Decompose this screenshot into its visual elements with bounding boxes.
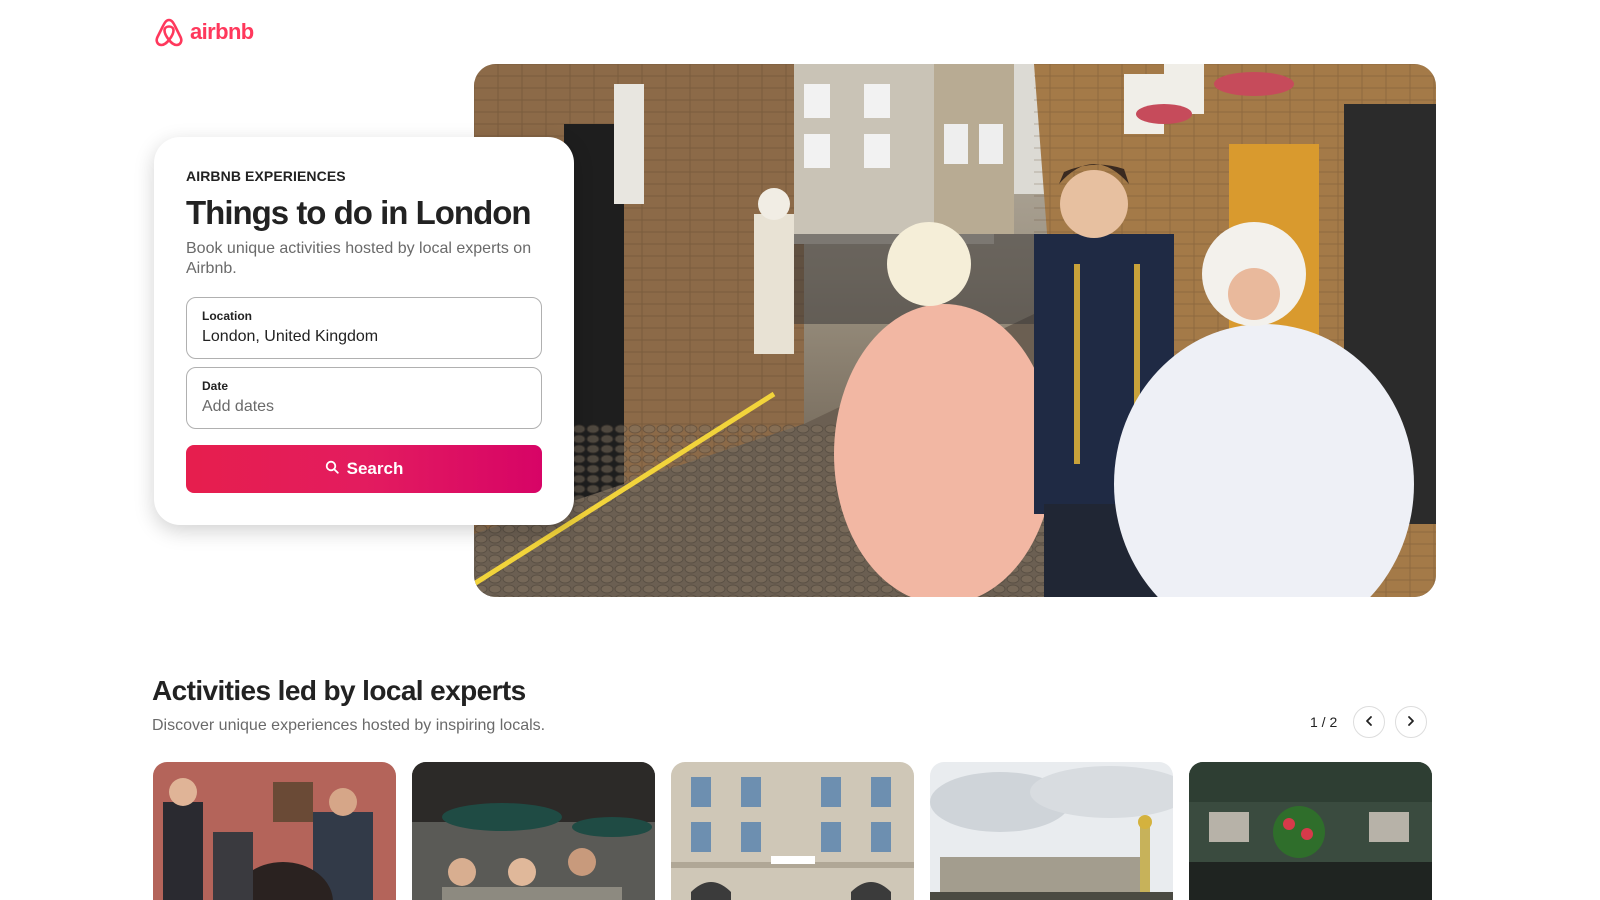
date-field[interactable]: Date xyxy=(186,367,542,429)
date-input[interactable] xyxy=(202,398,526,416)
location-label: Location xyxy=(202,309,252,323)
activity-card-5[interactable] xyxy=(1189,762,1432,900)
chevron-left-icon xyxy=(1363,715,1375,730)
carousel-prev-button[interactable] xyxy=(1353,706,1386,738)
experience-search-card: AIRBNB EXPERIENCES Things to do in Londo… xyxy=(154,137,574,525)
carousel-pager: 1 / 2 xyxy=(1310,706,1428,738)
chevron-right-icon xyxy=(1405,715,1417,730)
search-icon xyxy=(325,459,339,479)
activity-card-3[interactable] xyxy=(671,762,914,900)
carousel-next-button[interactable] xyxy=(1395,706,1428,738)
eyebrow-label: AIRBNB EXPERIENCES xyxy=(186,168,346,184)
gallery-group-photo xyxy=(153,762,396,900)
airbnb-belo-icon xyxy=(154,16,184,48)
page-indicator: 1 / 2 xyxy=(1310,714,1338,730)
hero-image xyxy=(474,64,1436,597)
buckingham-palace-photo xyxy=(930,762,1173,900)
location-input[interactable] xyxy=(202,328,526,346)
hsbc-building-photo xyxy=(671,762,914,900)
location-field[interactable]: Location xyxy=(186,297,542,359)
section-subtitle: Discover unique experiences hosted by in… xyxy=(152,717,546,734)
page-subtitle: Book unique activities hosted by local e… xyxy=(186,240,532,277)
search-button[interactable]: Search xyxy=(186,445,542,493)
section-title: Activities led by local experts xyxy=(152,675,526,706)
gladstone-pub-photo xyxy=(1189,762,1432,900)
activity-card-2[interactable] xyxy=(412,762,655,900)
street-cafe-group-photo xyxy=(412,762,655,900)
date-label: Date xyxy=(202,379,229,393)
activity-cards xyxy=(153,762,1432,900)
airbnb-logo[interactable]: airbnb xyxy=(154,16,254,48)
airbnb-wordmark: airbnb xyxy=(190,19,254,44)
search-button-label: Search xyxy=(346,459,404,478)
activity-card-1[interactable] xyxy=(153,762,396,900)
activity-card-4[interactable] xyxy=(930,762,1173,900)
page-title: Things to do in London xyxy=(186,194,532,231)
